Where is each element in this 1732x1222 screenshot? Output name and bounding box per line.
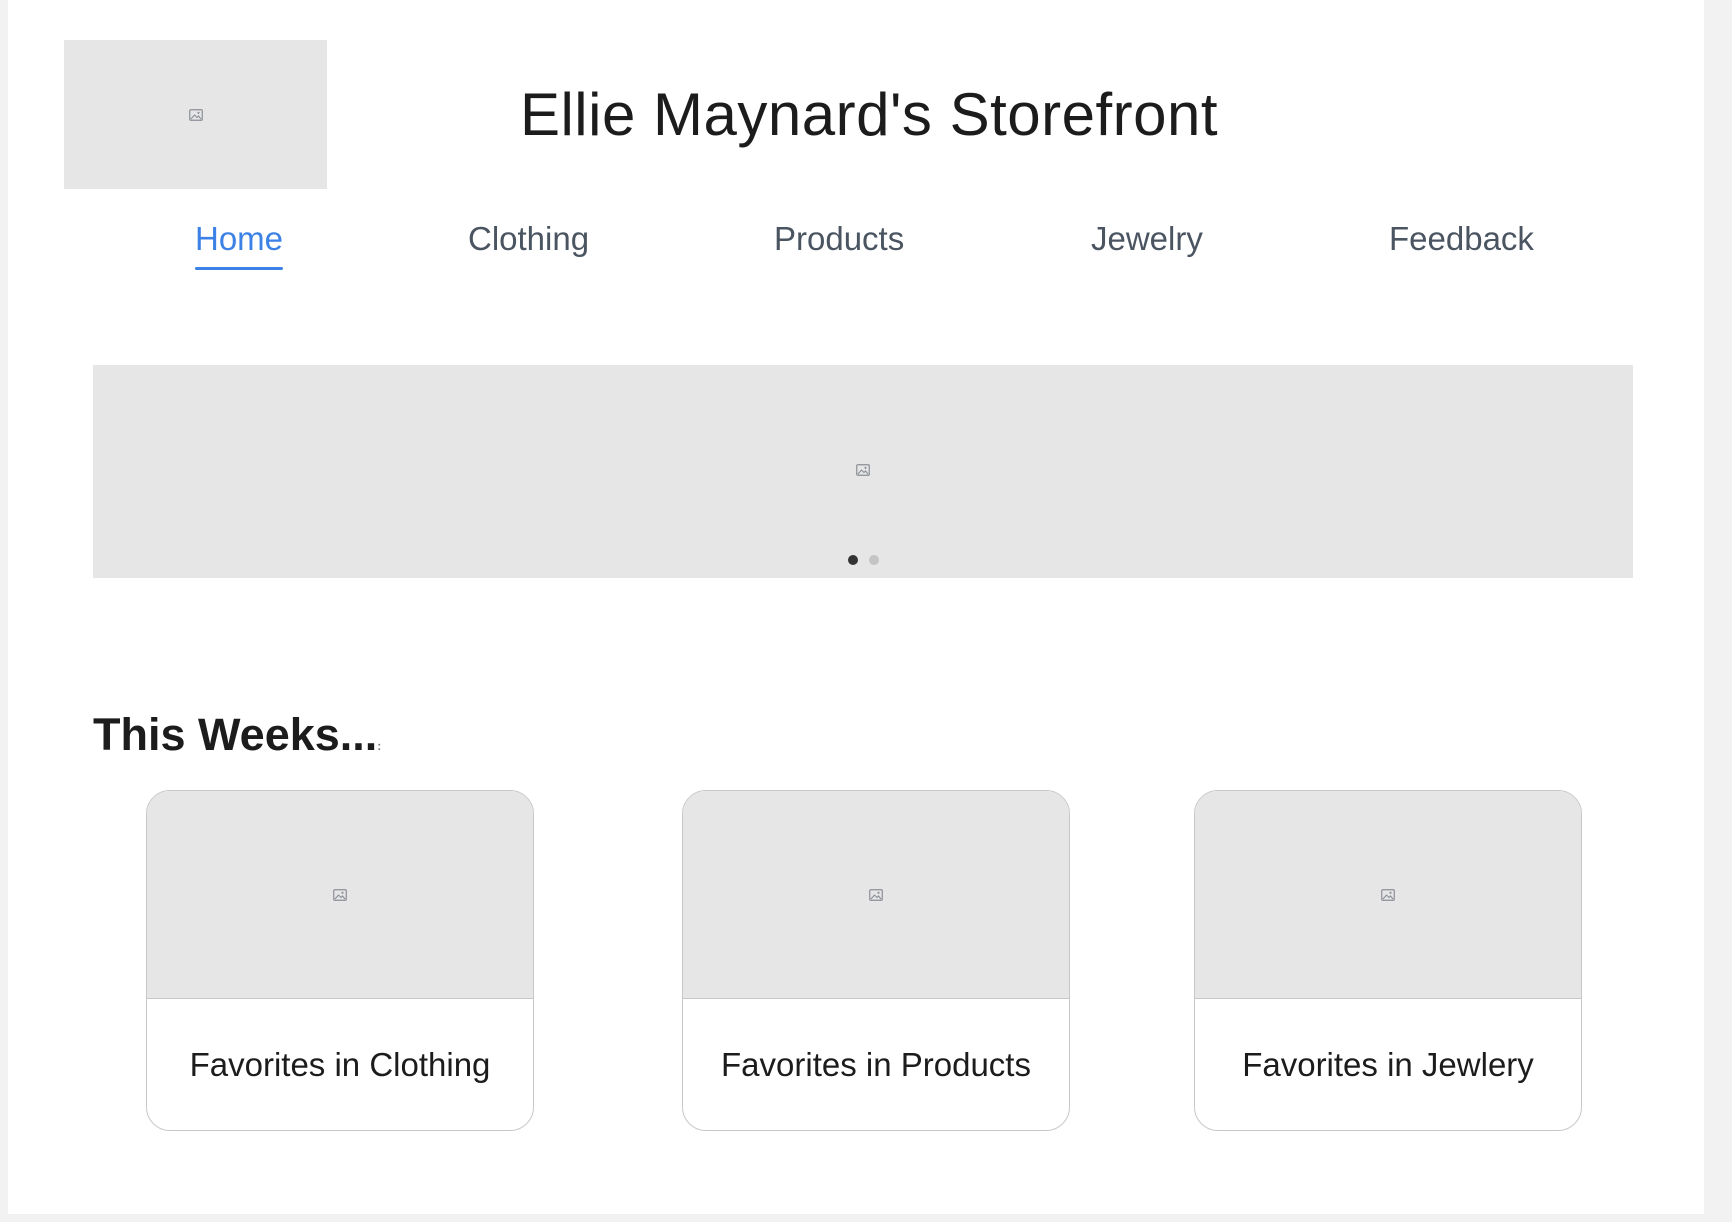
card-favorites-products[interactable]: Favorites in Products	[682, 790, 1070, 1131]
image-placeholder-icon	[856, 464, 870, 476]
carousel-dots	[93, 555, 1633, 565]
card-favorites-jewelry[interactable]: Favorites in Jewlery	[1194, 790, 1582, 1131]
card-favorites-clothing[interactable]: Favorites in Clothing	[146, 790, 534, 1131]
section-heading-text: This Weeks...	[93, 709, 378, 760]
image-placeholder-icon	[333, 888, 347, 901]
nav-item-jewelry[interactable]: Jewelry	[1091, 212, 1203, 266]
store-title: Ellie Maynard's Storefront	[519, 81, 1219, 148]
section-heading-suffix: :	[377, 739, 382, 753]
main-nav: Home Clothing Products Jewelry Feedback	[8, 212, 1704, 272]
page: Ellie Maynard's Storefront Home Clothing…	[8, 0, 1704, 1214]
nav-item-feedback[interactable]: Feedback	[1389, 212, 1534, 266]
hero-carousel[interactable]	[93, 365, 1633, 578]
section-heading: This Weeks...:	[93, 708, 381, 773]
carousel-dot-1[interactable]	[847, 555, 858, 565]
card-image	[147, 791, 533, 999]
card-image	[683, 791, 1069, 999]
nav-item-clothing[interactable]: Clothing	[468, 212, 589, 266]
card-label: Favorites in Products	[721, 1046, 1031, 1083]
carousel-dot-2[interactable]	[868, 555, 879, 565]
image-placeholder-icon	[869, 888, 883, 901]
card-image	[1195, 791, 1581, 999]
store-logo[interactable]	[64, 40, 327, 189]
card-label: Favorites in Jewlery	[1242, 1046, 1534, 1083]
nav-item-home[interactable]: Home	[195, 212, 284, 270]
image-placeholder-icon	[188, 108, 203, 121]
card-label: Favorites in Clothing	[189, 1046, 491, 1083]
nav-item-products[interactable]: Products	[774, 212, 904, 266]
image-placeholder-icon	[1381, 888, 1395, 901]
